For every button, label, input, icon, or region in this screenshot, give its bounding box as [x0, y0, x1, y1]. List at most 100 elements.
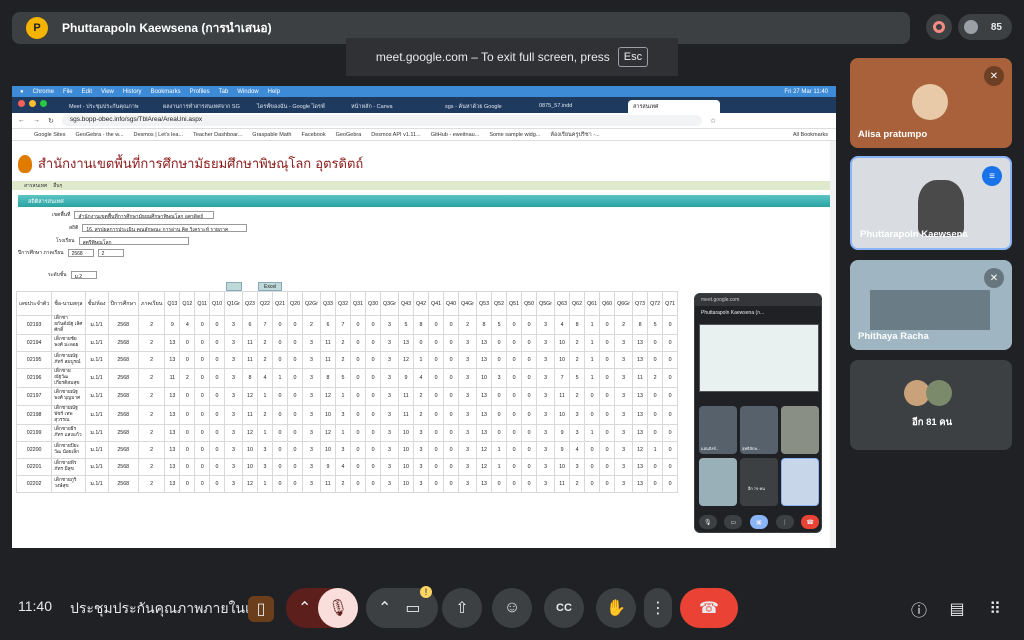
cell-name: เด็กชายภูริ วงษ์สุข	[51, 475, 86, 494]
cell-value: 11	[319, 475, 337, 494]
cell-value: 0	[365, 368, 382, 389]
present-button[interactable]: ⇧	[442, 588, 482, 628]
cell-value: 10	[241, 457, 258, 477]
menu-view: View	[100, 88, 114, 95]
cell-value: 13	[476, 333, 493, 353]
column-header: ภาคเรียน	[137, 291, 166, 316]
column-header: Q53	[476, 291, 493, 316]
filter-stat: สถิติ 16. สรุปผลการประเมิน คุณลักษณะ การ…	[69, 224, 248, 232]
cell-value: 8	[476, 315, 493, 335]
cell-value: 5	[647, 315, 664, 335]
bookmark: GitHub - eweitnau...	[430, 131, 480, 138]
chat-button[interactable]: ▤	[944, 596, 970, 622]
cell-value: 2	[334, 333, 352, 353]
cell-value: 13	[632, 404, 649, 425]
captions-button[interactable]: CC	[544, 588, 584, 628]
cell-value: 0	[584, 387, 601, 406]
filter-school: โรงเรียน สตรีพิษณุโลก	[56, 237, 189, 245]
cell-room: ม.1/1	[84, 333, 109, 353]
companion-button[interactable]: ▯	[248, 596, 274, 622]
cell-value: 0	[365, 423, 382, 442]
cell-value: 3	[536, 387, 556, 406]
cell-value: 0	[365, 440, 382, 459]
cell-value: 11	[164, 368, 181, 389]
site-menu-item: สารสนเทศ	[24, 182, 48, 189]
column-header: Q30	[365, 291, 382, 316]
cell-value: 0	[443, 387, 460, 406]
column-header: Q3Gr	[380, 291, 399, 316]
mic-toggle-button[interactable]: 🎙	[318, 588, 358, 628]
column-header: Q32	[334, 291, 352, 316]
column-header: Q10	[208, 291, 226, 316]
presenter-name: Phuttarapoln Kaewsena (การนำเสนอ)	[62, 20, 272, 35]
cell-value: 0	[506, 351, 523, 370]
cell-value: 0	[428, 475, 445, 494]
cell-value: 3	[413, 423, 430, 442]
cell-value: 1	[584, 368, 601, 389]
column-header: Q61	[584, 291, 601, 316]
emoji-button[interactable]: ☺	[492, 588, 532, 628]
cell-value: 3	[536, 315, 556, 335]
bookmark: ห้องเรียนครูปริชา -...	[550, 131, 600, 138]
column-header: ชื่อ-นามสกุล	[51, 291, 86, 316]
column-header: Q5Gr	[536, 291, 556, 316]
column-header: Q40	[443, 291, 460, 316]
participant-tile[interactable]: ✕ Alisa pratumpo	[850, 58, 1012, 148]
cell-value: 0	[350, 387, 367, 406]
cell-value: 13	[397, 333, 415, 353]
cell-value: 3	[536, 333, 556, 353]
participant-name: Alisa pratumpo	[858, 129, 928, 140]
cell-value: 0	[194, 333, 210, 353]
cell-room: ม.1/1	[84, 351, 109, 370]
meeting-title: ประชุมประกันคุณภาพภายในและ...	[70, 600, 260, 616]
cell-value: 3	[458, 333, 478, 353]
cell-value: 3	[302, 387, 321, 406]
cell-value: 2	[256, 333, 274, 353]
chat-icon: ▤	[949, 601, 965, 618]
cell-value: 3	[614, 333, 634, 353]
toast-text: meet.google.com – To exit full screen, p…	[375, 50, 610, 64]
info-button[interactable]: ⓘ	[906, 596, 932, 622]
cell-value: 0	[443, 423, 460, 442]
more-options-button[interactable]: ⋮	[644, 588, 672, 628]
cell-value: 0	[208, 315, 226, 335]
cell-value: 3	[334, 440, 352, 459]
action-buttons: Excel	[226, 282, 283, 291]
browser-tab: Meet - ประชุมประกันคุณภาพ	[69, 104, 139, 110]
participant-tile-speaking[interactable]: ≡ Phuttarapoln Kaewsena	[850, 156, 1012, 250]
cell-value: 8	[241, 368, 258, 389]
cell-value: 3	[380, 475, 399, 494]
participants-button[interactable]: 85	[958, 14, 1012, 40]
cell-value: 0	[662, 423, 679, 442]
cell-value: 1	[584, 333, 601, 353]
end-call-button[interactable]: ☎	[680, 588, 738, 628]
menu-edit: Edit	[81, 88, 92, 95]
column-header: Q60	[599, 291, 616, 316]
cell-value: 0	[287, 440, 304, 459]
cell-value: 0	[271, 423, 289, 442]
cell-value: 3	[614, 457, 634, 477]
cell-value: 12	[241, 423, 258, 442]
cell-id: 02199	[15, 423, 53, 442]
recording-button[interactable]	[926, 14, 952, 40]
year-select: 2568	[67, 249, 94, 257]
cell-value: 0	[365, 351, 382, 370]
bookmark: Facebook	[301, 131, 326, 138]
cell-value: 1	[491, 457, 508, 477]
participant-tile[interactable]: ✕ Phithaya Racha	[850, 260, 1012, 350]
cell-value: 1	[256, 423, 274, 442]
activities-button[interactable]: ⠿	[982, 596, 1008, 622]
browser-tabbar: Meet - ประชุมประกันคุณภาพ ผลงานการทำสารส…	[12, 97, 836, 113]
cell-value: 0	[350, 368, 367, 389]
camera-group[interactable]: ⌃ ▭ !	[366, 586, 438, 628]
cell-name: เด็กชายณัฐพงศ์ บุญมาศ	[51, 387, 86, 406]
cell-value: 3	[302, 475, 321, 494]
participant-name: Phuttarapoln Kaewsena	[860, 229, 968, 240]
cell-value: 3	[614, 440, 634, 459]
others-tile[interactable]: อีก 81 คน	[850, 360, 1012, 450]
cell-value: 3	[614, 423, 634, 442]
cell-value: 0	[599, 333, 616, 353]
cell-value: 0	[287, 368, 304, 389]
cell-value: 3	[614, 475, 634, 494]
raise-hand-button[interactable]: ✋	[596, 588, 636, 628]
